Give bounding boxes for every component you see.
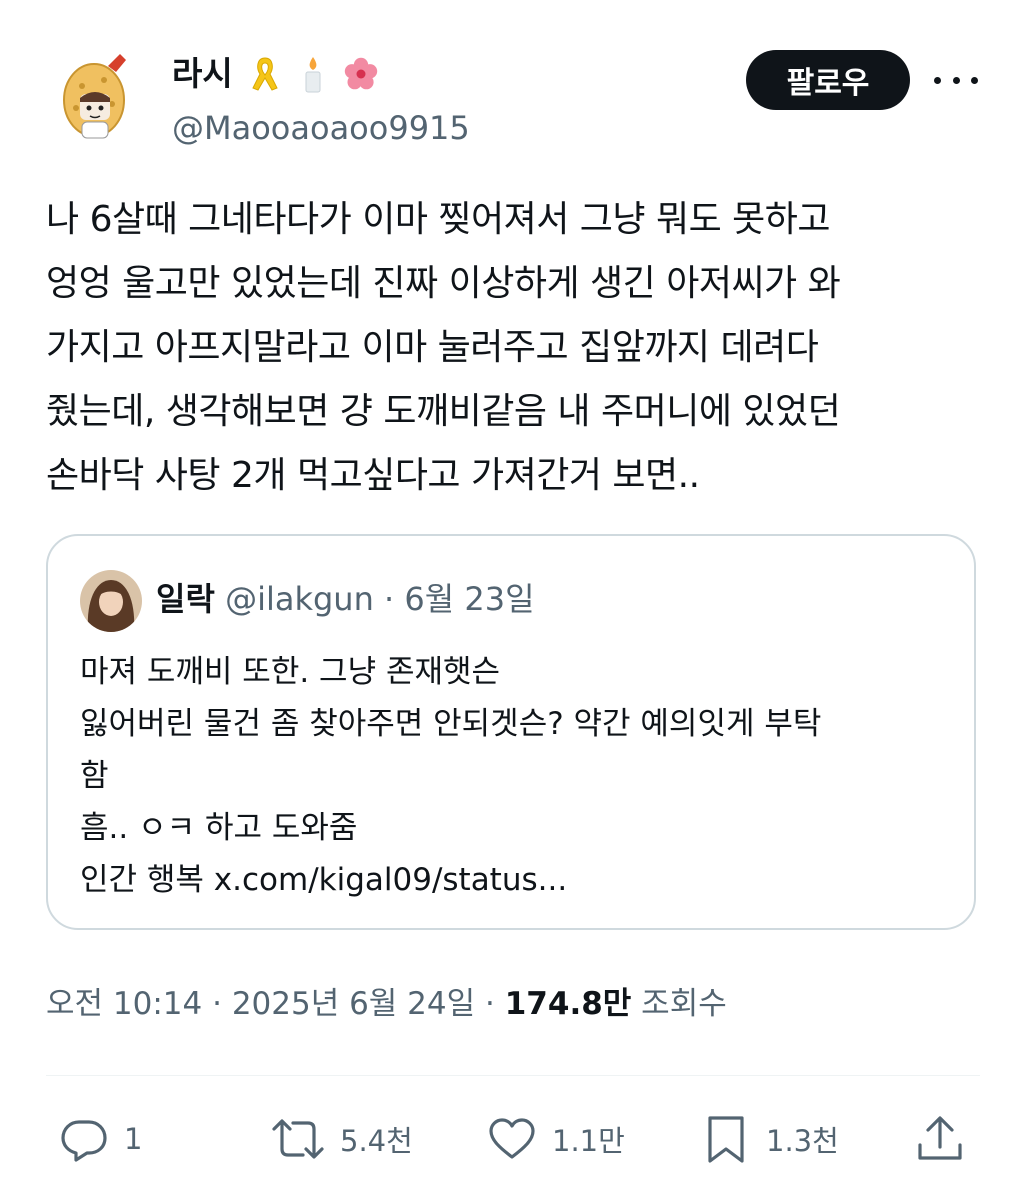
quote-date: 6월 23일: [404, 580, 535, 618]
tweet-text-line: 손바닥 사탕 2개 먹고싶다고 가져간거 보면..: [46, 455, 700, 496]
quote-text-line: 잃어버린 물건 좀 찾아주면 안되겟슨? 약간 예의잇게 부탁: [80, 706, 822, 742]
reply-icon: [61, 1120, 107, 1162]
display-name[interactable]: 라시: [172, 52, 233, 96]
quote-text-line: 마져 도깨비 또한. 그냥 존재햇슨: [80, 654, 501, 690]
quote-avatar-photo: [80, 570, 142, 632]
bookmark-button[interactable]: 1.3천: [700, 1110, 839, 1168]
author-avatar[interactable]: [46, 46, 150, 150]
tweet-time[interactable]: 오전 10:14: [46, 986, 202, 1022]
tweet-text-line: 줬는데, 생각해보면 걍 도깨비같음 내 주머니에 있었던: [46, 391, 841, 432]
hibiscus-icon: [344, 57, 377, 90]
quote-text: 마져 도깨비 또한. 그냥 존재햇슨 잃어버린 물건 좀 찾아주면 안되겟슨? …: [80, 646, 960, 906]
share-icon: [918, 1116, 962, 1160]
name-badges: [247, 54, 379, 94]
tweet-date[interactable]: 2025년 6월 24일: [232, 986, 475, 1022]
display-name-row[interactable]: 라시: [172, 52, 379, 96]
retweet-button[interactable]: 5.4천: [270, 1110, 413, 1168]
meta-separator: ·: [485, 986, 505, 1022]
share-button[interactable]: [914, 1110, 966, 1168]
yellow-ribbon-icon: [252, 57, 278, 91]
reply-button[interactable]: 1: [58, 1110, 142, 1168]
tweet-text-line: 나 6살때 그네타다가 이마 찢어져서 그냥 뭐도 못하고: [46, 199, 831, 240]
quote-header: 일락 @ilakgun · 6월 23일: [156, 574, 535, 624]
like-button[interactable]: 1.1만: [486, 1110, 625, 1168]
bookmark-count: 1.3천: [766, 1124, 839, 1158]
meta-separator: ·: [212, 986, 232, 1022]
fried-shrimp-avatar-image: [46, 46, 150, 150]
divider: [46, 1075, 980, 1076]
quote-text-line: 함: [80, 758, 109, 794]
more-options-icon[interactable]: [934, 60, 978, 100]
quote-author-name[interactable]: 일락: [156, 580, 215, 618]
tweet-meta: 오전 10:14 · 2025년 6월 24일 · 174.8만 조회수: [46, 980, 727, 1028]
follow-button[interactable]: 팔로우: [746, 50, 910, 110]
like-count: 1.1만: [552, 1124, 625, 1158]
quote-author-avatar[interactable]: [80, 570, 142, 632]
tweet-text-line: 엉엉 울고만 있었는데 진짜 이상하게 생긴 아저씨가 와: [46, 263, 841, 304]
quote-text-line: 인간 행복 x.com/kigal09/status...: [80, 862, 568, 898]
quoted-tweet-card[interactable]: 일락 @ilakgun · 6월 23일 마져 도깨비 또한. 그냥 존재햇슨 …: [46, 534, 976, 930]
reply-count: 1: [124, 1122, 143, 1156]
heart-icon: [489, 1118, 535, 1159]
tweet-text: 나 6살때 그네타다가 이마 찢어져서 그냥 뭐도 못하고 엉엉 울고만 있었는…: [46, 188, 986, 508]
author-handle[interactable]: @Maooaoaoo9915: [172, 106, 470, 150]
tweet-text-line: 가지고 아프지말라고 이마 눌러주고 집앞까지 데려다: [46, 327, 819, 368]
quote-author-handle[interactable]: @ilakgun: [225, 580, 374, 618]
bookmark-icon: [708, 1116, 744, 1163]
view-count: 174.8만: [504, 986, 632, 1022]
quote-separator: ·: [384, 580, 405, 618]
retweet-count: 5.4천: [340, 1124, 413, 1158]
retweet-icon: [272, 1119, 324, 1159]
candle-icon: [305, 57, 321, 93]
quote-text-line: 흠.. ㅇㅋ 하고 도와줌: [80, 810, 358, 846]
view-label: 조회수: [641, 986, 727, 1022]
